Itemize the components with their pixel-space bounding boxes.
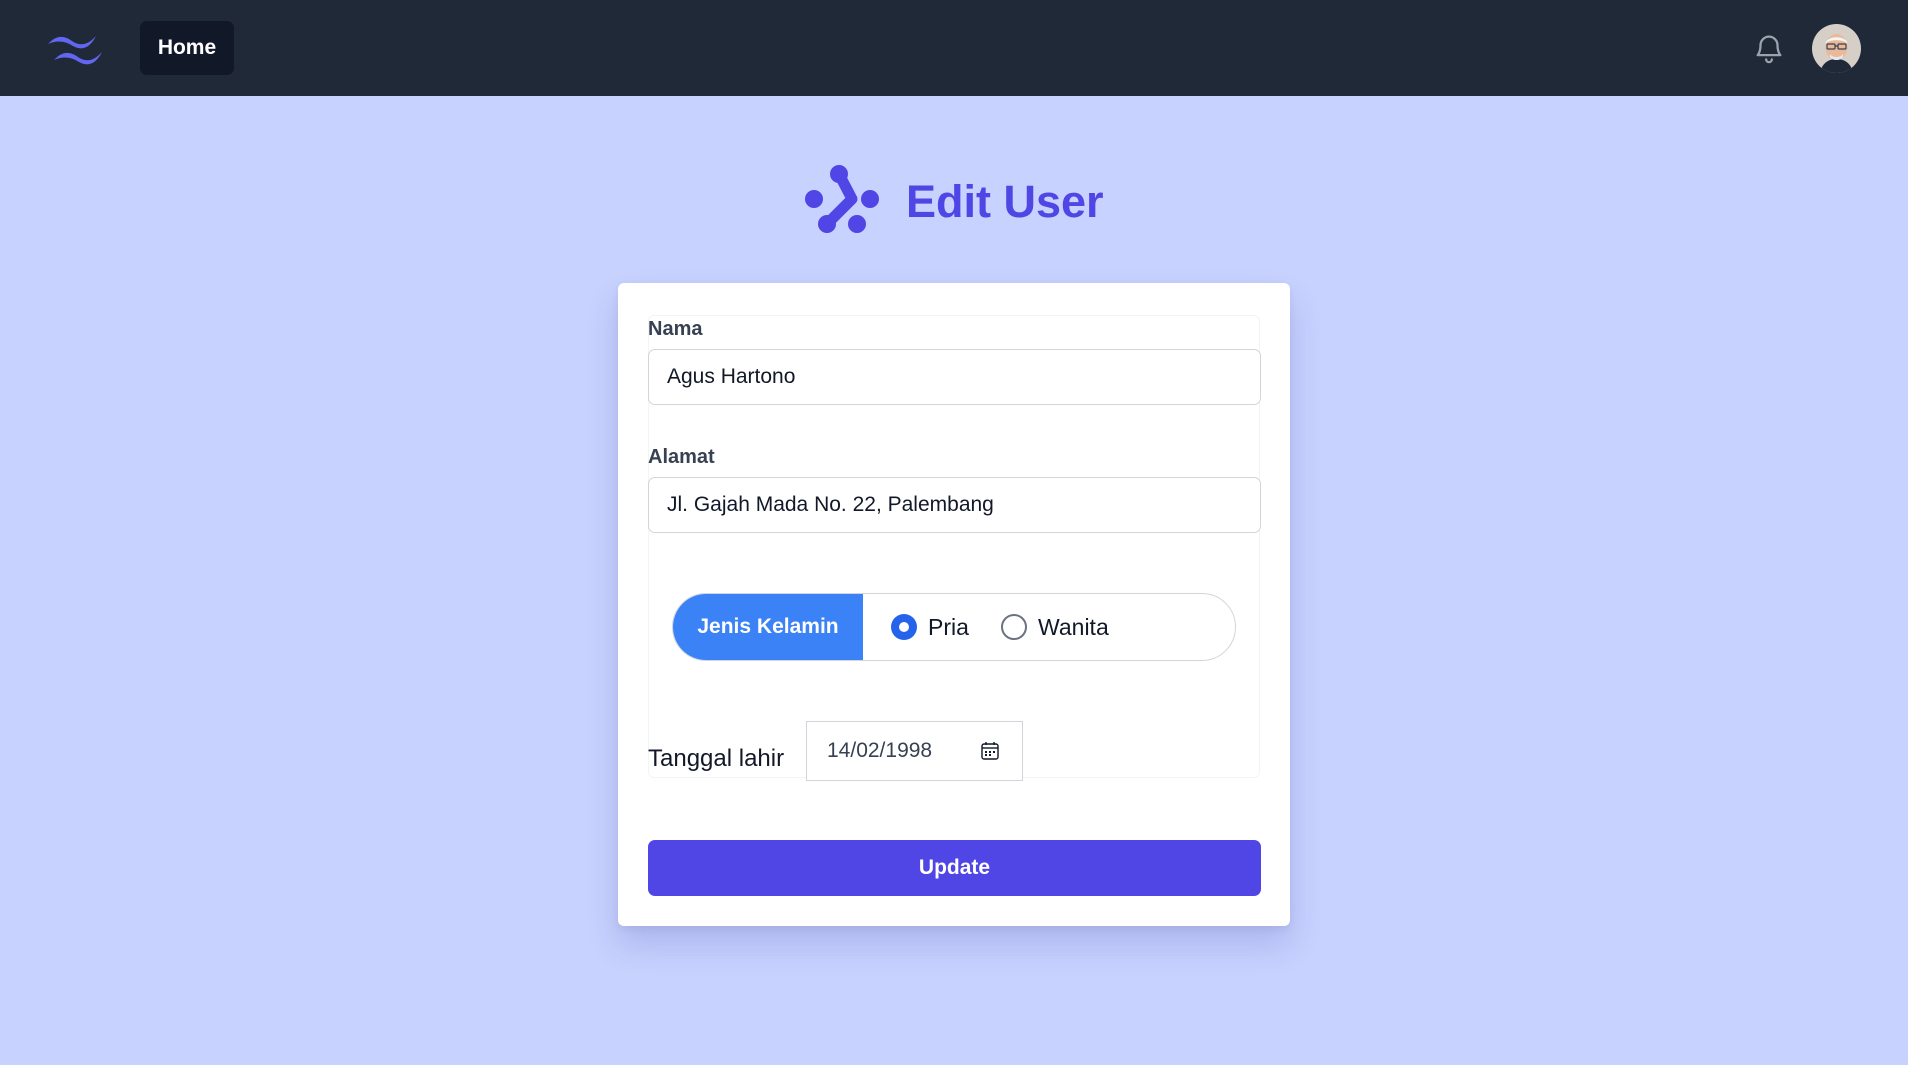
gender-option-label: Wanita: [1038, 613, 1109, 640]
dots-network-icon: [805, 165, 879, 233]
name-input[interactable]: [648, 349, 1261, 405]
update-button[interactable]: Update: [648, 840, 1261, 896]
avatar-face-icon: [1812, 24, 1861, 73]
name-label: Nama: [648, 318, 703, 340]
gender-option-pria[interactable]: Pria: [891, 594, 969, 660]
birthdate-value: 14/02/1998: [827, 739, 933, 762]
gender-label: Jenis Kelamin: [673, 594, 863, 660]
calendar-icon[interactable]: [980, 741, 1000, 761]
radio-unchecked-icon[interactable]: [1001, 614, 1027, 640]
gender-radio-group: Jenis Kelamin Pria Wanita: [672, 593, 1236, 661]
address-input[interactable]: [648, 477, 1261, 533]
edit-user-card: Nama Alamat Jenis Kelamin Pria Wanita Ta…: [618, 283, 1290, 926]
birthdate-label: Tanggal lahir: [648, 745, 785, 772]
page-title: Edit User: [906, 176, 1104, 227]
user-avatar[interactable]: [1812, 24, 1861, 73]
tailwind-waves-icon[interactable]: [46, 28, 104, 66]
gender-option-wanita[interactable]: Wanita: [1001, 594, 1109, 660]
bell-icon[interactable]: [1752, 31, 1786, 65]
top-navbar: Home: [0, 0, 1908, 96]
address-label: Alamat: [648, 446, 715, 468]
home-nav-button[interactable]: Home: [140, 21, 234, 75]
gender-option-label: Pria: [928, 613, 969, 640]
radio-checked-icon[interactable]: [891, 614, 917, 640]
birthdate-input[interactable]: 14/02/1998: [806, 721, 1023, 781]
